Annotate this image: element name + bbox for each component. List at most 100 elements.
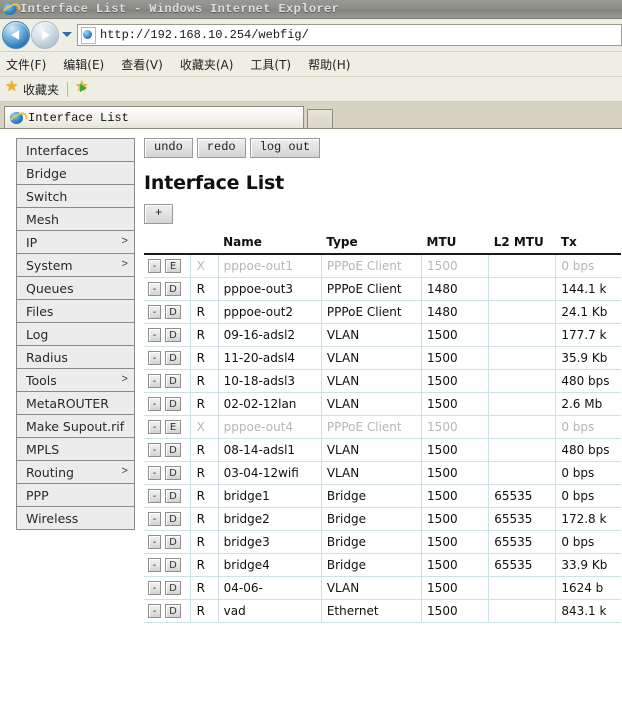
row-name: pppoe-out3 — [218, 277, 322, 301]
menu-item-view[interactable]: 查看(V) — [121, 56, 163, 73]
sidebar-item-log[interactable]: Log — [17, 323, 134, 346]
toggle-enable-button[interactable]: E — [165, 420, 181, 434]
tab-interface-list[interactable]: Interface List — [4, 106, 304, 129]
toggle-enable-button[interactable]: D — [165, 489, 181, 503]
window-title: Interface List - Windows Internet Explor… — [20, 2, 340, 16]
forward-arrow-icon[interactable] — [31, 21, 59, 49]
table-row[interactable]: - D Rpppoe-out2 PPPoE Client 1480 24.1 Kb — [144, 300, 621, 324]
table-row[interactable]: - D R 10-18-adsl3 VLAN 1500 480 bps — [144, 369, 621, 393]
sidebar-item-interfaces[interactable]: Interfaces — [17, 139, 134, 162]
sidebar-item-mesh[interactable]: Mesh — [17, 208, 134, 231]
remove-row-button[interactable]: - — [148, 581, 161, 595]
menu-item-help[interactable]: 帮助(H) — [308, 56, 350, 73]
remove-row-button[interactable]: - — [148, 512, 161, 526]
sidebar-item-switch[interactable]: Switch — [17, 185, 134, 208]
chevron-down-icon[interactable] — [60, 22, 74, 48]
table-row[interactable]: - D Rbridge3 Bridge 1500 65535 0 bps — [144, 530, 621, 554]
remove-row-button[interactable]: - — [148, 489, 161, 503]
star-icon[interactable] — [5, 79, 19, 96]
remove-row-button[interactable]: - — [148, 443, 161, 457]
table-row[interactable]: - D R 11-20-adsl4 VLAN 1500 35.9 Kb — [144, 346, 621, 370]
new-tab-button[interactable] — [307, 109, 333, 128]
column-header-mtu[interactable]: MTU — [421, 235, 489, 255]
sidebar-item-ip[interactable]: IP > — [17, 231, 134, 254]
table-row[interactable]: - D Rbridge1 Bridge 1500 65535 0 bps — [144, 484, 621, 508]
remove-row-button[interactable]: - — [148, 282, 161, 296]
remove-row-button[interactable]: - — [148, 305, 161, 319]
sidebar-item-ppp[interactable]: PPP — [17, 484, 134, 507]
sidebar-item-tools[interactable]: Tools > — [17, 369, 134, 392]
remove-row-button[interactable]: - — [148, 558, 161, 572]
row-tx: 480 bps — [555, 369, 621, 393]
toggle-enable-button[interactable]: D — [165, 305, 181, 319]
toggle-enable-button[interactable]: D — [165, 397, 181, 411]
column-header-tx[interactable]: Tx — [555, 235, 621, 255]
remove-row-button[interactable]: - — [148, 374, 161, 388]
remove-row-button[interactable]: - — [148, 604, 161, 618]
toggle-enable-button[interactable]: D — [165, 374, 181, 388]
add-interface-button[interactable]: + — [144, 204, 174, 224]
table-row[interactable]: - D R 04-06- VLAN 1500 1624 b — [144, 576, 621, 600]
menu-item-favorites[interactable]: 收藏夹(A) — [180, 56, 234, 73]
sidebar-item-bridge[interactable]: Bridge — [17, 162, 134, 185]
redo-button[interactable]: redo — [196, 138, 246, 158]
row-actions-cell: -D — [144, 323, 191, 347]
table-row[interactable]: - D R 03-04-12wifi VLAN 1500 0 bps — [144, 461, 621, 485]
toggle-enable-button[interactable]: E — [165, 259, 181, 273]
table-row[interactable]: - E Xpppoe-out1 PPPoE Client 1500 0 bps — [144, 254, 621, 278]
table-row[interactable]: - D R 08-14-adsl1 VLAN 1500 480 bps — [144, 438, 621, 462]
remove-row-button[interactable]: - — [148, 420, 161, 434]
table-row[interactable]: - D Rbridge2 Bridge 1500 65535 172.8 k — [144, 507, 621, 531]
toggle-enable-button[interactable]: D — [165, 604, 181, 618]
favorites-label[interactable]: 收藏夹 — [23, 81, 59, 98]
remove-row-button[interactable]: - — [148, 466, 161, 480]
remove-row-button[interactable]: - — [148, 397, 161, 411]
sidebar-item-system[interactable]: System > — [17, 254, 134, 277]
undo-button[interactable]: undo — [144, 138, 193, 158]
logout-button[interactable]: log out — [249, 138, 321, 158]
sidebar-item-make-supout-rif[interactable]: Make Supout.rif — [17, 415, 134, 438]
sidebar-item-routing[interactable]: Routing > — [17, 461, 134, 484]
chevron-right-icon: > — [121, 236, 128, 248]
sidebar-item-files[interactable]: Files — [17, 300, 134, 323]
table-row[interactable]: - D Rbridge4 Bridge 1500 65535 33.9 Kb — [144, 553, 621, 577]
sidebar-item-radius[interactable]: Radius — [17, 346, 134, 369]
table-row[interactable]: - D Rpppoe-out3 PPPoE Client 1480 144.1 k — [144, 277, 621, 301]
sidebar-item-label: Mesh — [26, 211, 59, 227]
sidebar-item-metarouter[interactable]: MetaROUTER — [17, 392, 134, 415]
sidebar-item-wireless[interactable]: Wireless — [17, 507, 134, 530]
table-row[interactable]: - D R 09-16-adsl2 VLAN 1500 177.7 k — [144, 323, 621, 347]
row-tx: 177.7 k — [555, 323, 621, 347]
column-header-name[interactable]: Name — [218, 235, 322, 255]
toggle-enable-button[interactable]: D — [165, 535, 181, 549]
menu-item-file[interactable]: 文件(F) — [6, 56, 46, 73]
column-header-type[interactable]: Type — [321, 235, 422, 255]
column-header-l2mtu[interactable]: L2 MTU — [488, 235, 556, 255]
table-row[interactable]: - D Rvad Ethernet 1500 843.1 k — [144, 599, 621, 623]
toggle-enable-button[interactable]: D — [165, 512, 181, 526]
toggle-enable-button[interactable]: D — [165, 558, 181, 572]
remove-row-button[interactable]: - — [148, 259, 161, 273]
row-tx: 843.1 k — [555, 599, 621, 623]
menu-item-tools[interactable]: 工具(T) — [250, 56, 291, 73]
row-mtu: 1500 — [421, 576, 490, 600]
toggle-enable-button[interactable]: D — [165, 328, 181, 342]
sidebar-item-mpls[interactable]: MPLS — [17, 438, 134, 461]
remove-row-button[interactable]: - — [148, 535, 161, 549]
row-type: PPPoE Client — [321, 277, 423, 301]
address-input[interactable]: http://192.168.10.254/webfig/ — [77, 24, 622, 46]
toggle-enable-button[interactable]: D — [165, 443, 181, 457]
table-row[interactable]: - E Xpppoe-out4 PPPoE Client 1500 0 bps — [144, 415, 621, 439]
remove-row-button[interactable]: - — [148, 351, 161, 365]
sidebar-item-queues[interactable]: Queues — [17, 277, 134, 300]
chevron-right-icon: > — [121, 466, 128, 478]
toggle-enable-button[interactable]: D — [165, 581, 181, 595]
table-row[interactable]: - D R 02-02-12lan VLAN 1500 2.6 Mb — [144, 392, 621, 416]
toggle-enable-button[interactable]: D — [165, 466, 181, 480]
menu-item-edit[interactable]: 编辑(E) — [63, 56, 104, 73]
add-to-favorites-icon[interactable] — [75, 79, 89, 96]
back-arrow-icon[interactable] — [2, 21, 30, 49]
remove-row-button[interactable]: - — [148, 328, 161, 342]
toggle-enable-button[interactable]: D — [165, 282, 181, 296]
toggle-enable-button[interactable]: D — [165, 351, 181, 365]
